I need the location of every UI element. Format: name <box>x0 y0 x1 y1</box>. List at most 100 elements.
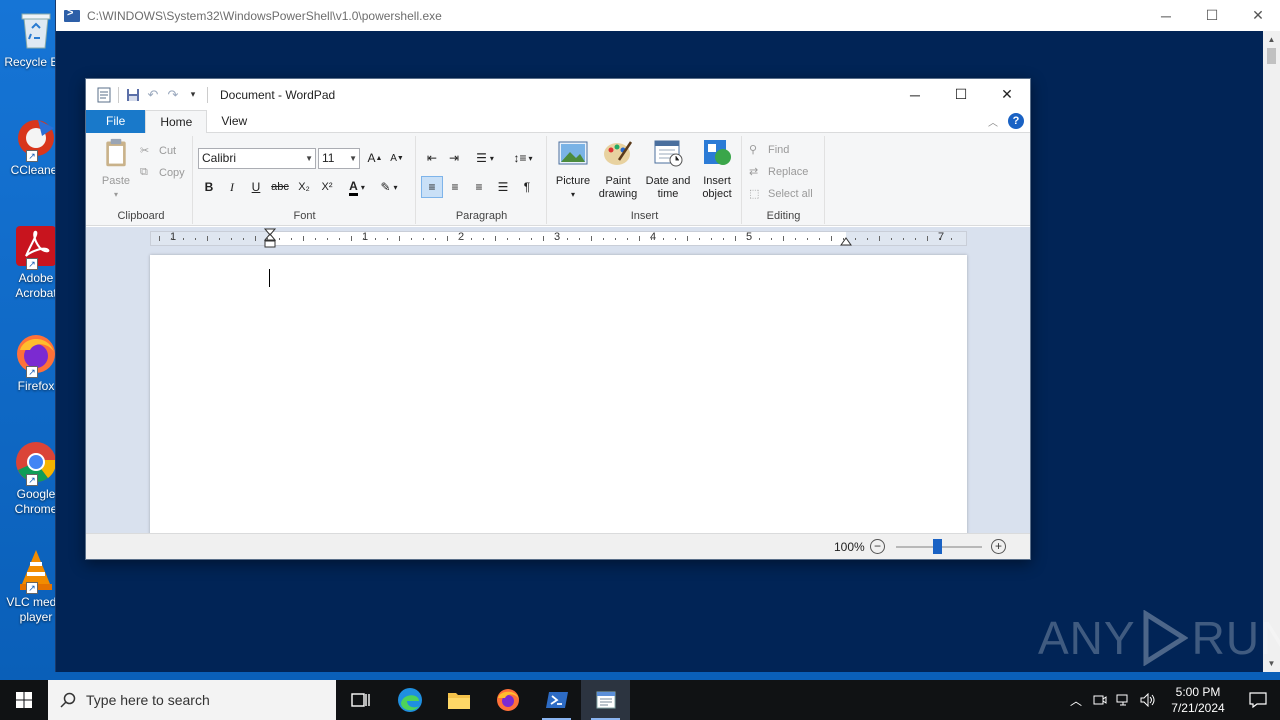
meet-now-icon[interactable] <box>1088 680 1112 720</box>
save-icon[interactable] <box>123 85 143 105</box>
wordpad-titlebar[interactable]: ↶ ↷ ▾ Document - WordPad ─ ☐ ✕ <box>86 79 1030 110</box>
superscript-button[interactable]: X² <box>316 176 338 198</box>
paint-drawing-label-2: drawing <box>598 188 638 200</box>
font-family-combo[interactable]: Calibri ▼ <box>198 148 316 169</box>
align-left-button[interactable]: ≡ <box>421 176 443 198</box>
line-spacing-button[interactable]: ↕≡ ▾ <box>507 147 539 169</box>
clock-time: 5:00 PM <box>1175 685 1221 699</box>
tab-view[interactable]: View <box>207 110 261 133</box>
ruler-tick <box>615 238 616 240</box>
ruler-tick <box>699 238 700 240</box>
taskbar-powershell[interactable] <box>532 680 581 720</box>
right-indent-marker-icon[interactable] <box>840 236 852 246</box>
document-area[interactable]: 1 1 2 3 4 5 7 <box>86 227 1030 533</box>
highlight-color-button[interactable]: ✎ ▾ <box>374 176 404 198</box>
ruler-tick <box>207 236 208 241</box>
ccleaner-icon: ↗ <box>14 116 58 162</box>
powershell-titlebar[interactable]: C:\WINDOWS\System32\WindowsPowerShell\v1… <box>56 0 1280 31</box>
paragraph-settings-button[interactable]: ¶ <box>516 176 538 198</box>
ruler-tick <box>435 238 436 240</box>
bold-button[interactable]: B <box>198 176 220 198</box>
taskbar: Type here to search ︿ 5:00 PM 7/21/2024 <box>0 680 1280 720</box>
clipboard-group: Paste ▾ ✂ Cut ⧉ Copy Clipboard <box>90 136 193 224</box>
wordpad-app-icon[interactable] <box>94 85 114 105</box>
grow-font-button[interactable]: A ▲ <box>364 147 386 169</box>
select-all-icon: ⬚ <box>749 188 760 200</box>
redo-icon[interactable]: ↷ <box>163 85 183 105</box>
date-time-button[interactable]: Date and time <box>642 138 694 201</box>
justify-button[interactable]: ☰ <box>492 176 514 198</box>
network-icon[interactable] <box>1112 680 1136 720</box>
task-view-button[interactable] <box>336 680 385 720</box>
minimize-button[interactable]: ─ <box>1143 0 1189 31</box>
notifications-button[interactable] <box>1236 680 1280 720</box>
bullet-list-icon: ☰ <box>476 151 487 165</box>
italic-button[interactable]: I <box>221 176 243 198</box>
font-size-combo[interactable]: 11 ▼ <box>318 148 360 169</box>
scroll-up-icon[interactable]: ▲ <box>1263 31 1280 48</box>
firefox-icon <box>496 689 519 711</box>
ruler-tick <box>291 238 292 240</box>
ruler-number: 3 <box>554 231 561 243</box>
shrink-font-button[interactable]: A ▼ <box>386 147 408 169</box>
wordpad-window[interactable]: ↶ ↷ ▾ Document - WordPad ─ ☐ ✕ File Home… <box>85 78 1031 560</box>
replace-icon: ⇄ <box>749 166 759 178</box>
customize-toolbar-icon[interactable]: ▾ <box>183 85 203 105</box>
text-color-button[interactable]: A ▾ <box>342 176 372 198</box>
wordpad-close-button[interactable]: ✕ <box>984 79 1030 110</box>
decrease-indent-button[interactable]: ⇤ <box>421 147 443 169</box>
replace-button[interactable]: ⇄ Replace <box>749 162 808 182</box>
close-button[interactable]: ✕ <box>1235 0 1280 31</box>
ruler-tick <box>759 238 760 240</box>
increase-indent-button[interactable]: ⇥ <box>443 147 465 169</box>
copy-button[interactable]: ⧉ Copy <box>140 163 185 183</box>
wordpad-minimize-button[interactable]: ─ <box>892 79 938 110</box>
ruler-tick <box>579 238 580 240</box>
scrollbar-thumb[interactable] <box>1267 48 1276 64</box>
taskbar-clock[interactable]: 5:00 PM 7/21/2024 <box>1160 684 1236 716</box>
strikethrough-button[interactable]: abc <box>269 176 291 198</box>
zoom-in-button[interactable]: + <box>991 539 1006 554</box>
start-button[interactable] <box>0 680 48 720</box>
help-icon[interactable]: ? <box>1008 113 1024 129</box>
taskbar-wordpad[interactable] <box>581 680 630 720</box>
zoom-out-button[interactable]: − <box>870 539 885 554</box>
ruler-tick <box>651 238 652 240</box>
paste-button[interactable]: Paste ▾ <box>96 138 136 201</box>
tab-file[interactable]: File <box>86 110 146 133</box>
taskbar-file-explorer[interactable] <box>434 680 483 720</box>
maximize-button[interactable]: ☐ <box>1189 0 1235 31</box>
select-all-button[interactable]: ⬚ Select all <box>749 184 813 204</box>
picture-button[interactable]: Picture ▾ <box>552 138 594 201</box>
wordpad-maximize-button[interactable]: ☐ <box>938 79 984 110</box>
tab-home[interactable]: Home <box>145 110 208 134</box>
undo-icon[interactable]: ↶ <box>143 85 163 105</box>
ruler-tick <box>351 236 352 241</box>
ruler-tick <box>807 238 808 240</box>
indent-marker-icon[interactable] <box>264 228 276 250</box>
cut-button[interactable]: ✂ Cut <box>140 141 176 161</box>
underline-button[interactable]: U <box>245 176 267 198</box>
insert-object-button[interactable]: Insert object <box>696 138 738 201</box>
bullets-button[interactable]: ☰ ▾ <box>469 147 501 169</box>
zoom-slider-thumb[interactable] <box>933 539 942 554</box>
subscript-button[interactable]: X₂ <box>293 176 315 198</box>
taskbar-edge[interactable] <box>385 680 434 720</box>
align-right-button[interactable]: ≡ <box>468 176 490 198</box>
taskbar-firefox[interactable] <box>483 680 532 720</box>
ruler[interactable]: 1 1 2 3 4 5 7 <box>150 228 967 248</box>
find-button[interactable]: ⚲ Find <box>749 140 789 160</box>
ruler-tick <box>735 236 736 241</box>
ruler-tick <box>531 238 532 240</box>
volume-icon[interactable] <box>1136 680 1160 720</box>
palette-icon <box>604 141 633 165</box>
document-page[interactable] <box>150 255 967 533</box>
ruler-tick <box>507 238 508 240</box>
collapse-ribbon-icon[interactable]: ︿ <box>988 114 998 129</box>
taskbar-search-box[interactable]: Type here to search <box>48 680 336 720</box>
show-hidden-icons-icon[interactable]: ︿ <box>1064 680 1088 720</box>
paint-drawing-button[interactable]: Paint drawing <box>596 138 640 201</box>
powershell-scrollbar[interactable]: ▲ ▼ <box>1263 31 1280 672</box>
align-center-button[interactable]: ≡ <box>444 176 466 198</box>
scissors-icon: ✂ <box>140 145 150 157</box>
